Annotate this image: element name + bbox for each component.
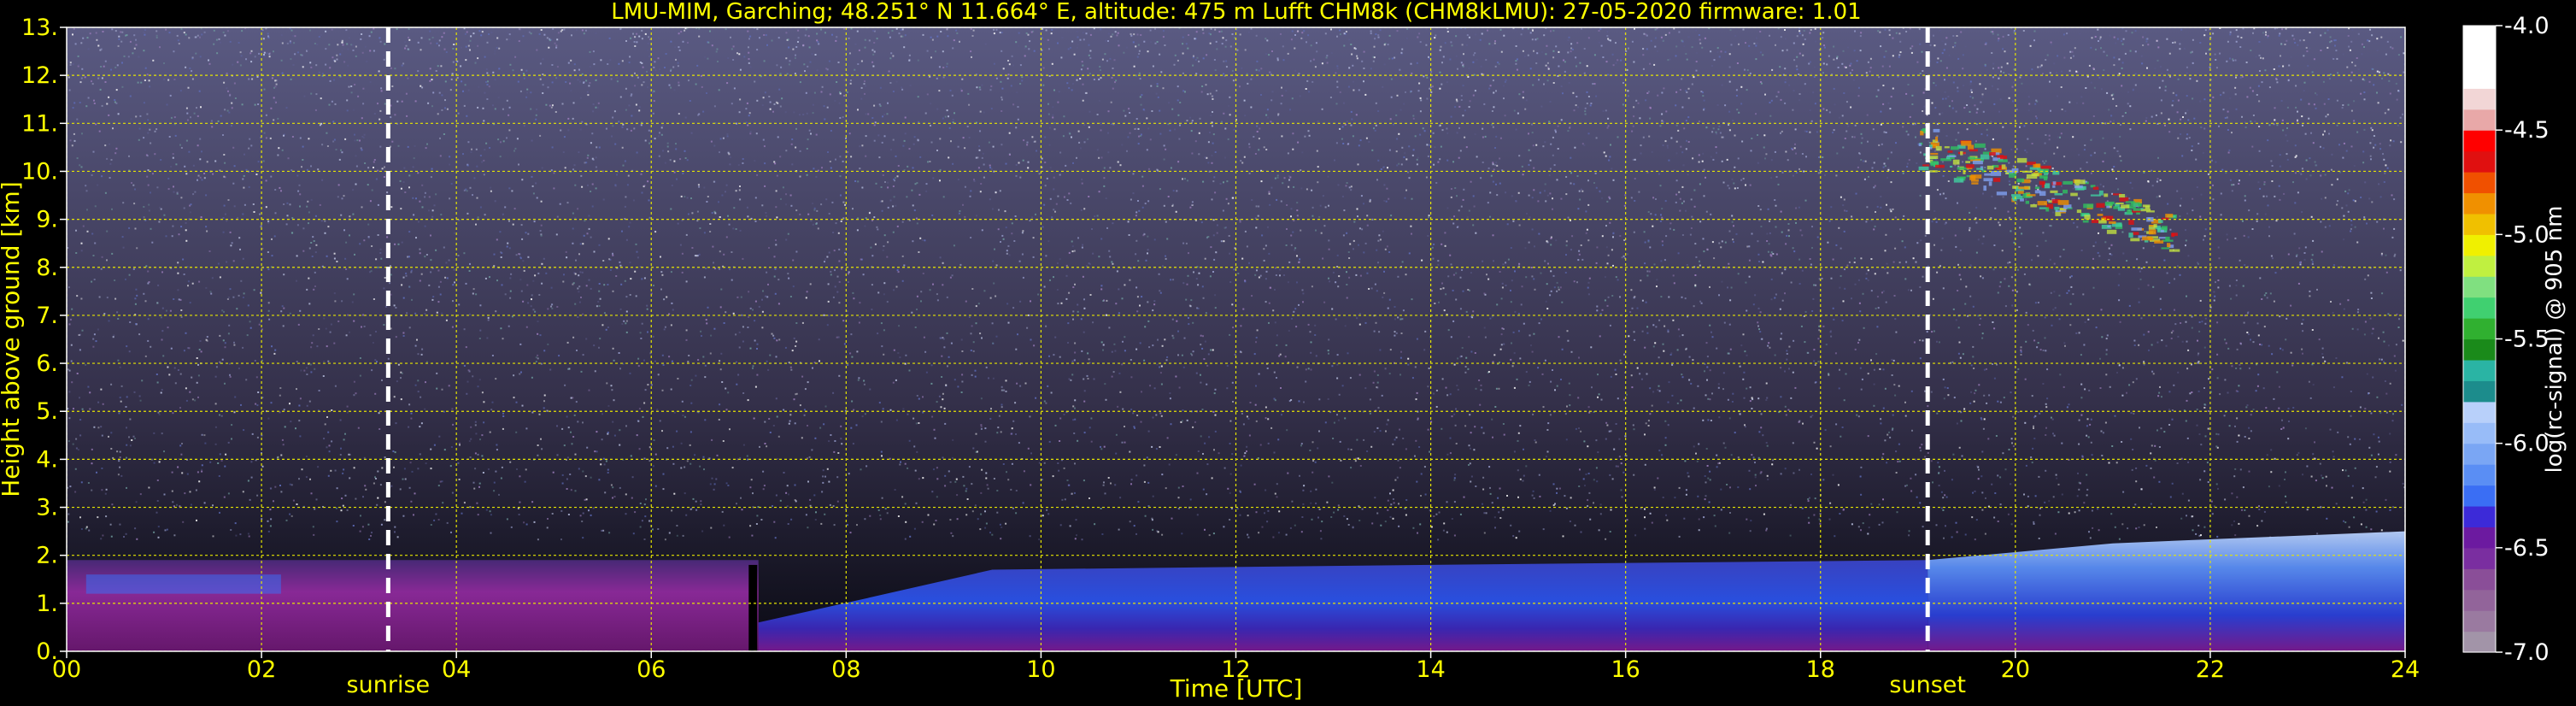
y-axis: 0. 1. 2. 3. 4. 5. 6. 7. 8. 9. 10. 11. 12. 13.	[21, 15, 67, 665]
colorbar-segment	[2463, 443, 2496, 465]
colorbar-segment	[2463, 568, 2496, 591]
x-tick-label: 10	[1026, 656, 1055, 683]
y-tick-label: 10.	[21, 158, 58, 185]
y-tick-label: 4.	[36, 446, 58, 473]
y-tick-label: 2.	[36, 543, 58, 569]
colorbar-segment	[2463, 401, 2496, 423]
x-tick-label: 02	[247, 656, 276, 683]
colorbar-segment	[2463, 505, 2496, 527]
colorbar-segment	[2463, 485, 2496, 507]
colorbar-segment	[2463, 338, 2496, 361]
colorbar-segment	[2463, 234, 2496, 256]
colorbar-tick-label: -4.0	[2504, 13, 2550, 39]
colorbar-segment	[2463, 130, 2496, 152]
colorbar-segment	[2463, 88, 2496, 110]
colorbar-segment	[2463, 631, 2496, 653]
y-tick-label: 0.	[36, 638, 58, 665]
colorbar-tick-label: -4.5	[2504, 117, 2550, 144]
y-tick-label: 12.	[21, 62, 58, 89]
colorbar-segment	[2463, 318, 2496, 340]
y-tick-label: 13.	[21, 15, 58, 41]
region-boundary-layer-night	[67, 560, 759, 651]
colorbar-tick-label: -7.0	[2504, 639, 2550, 666]
colorbar-segment	[2463, 46, 2496, 68]
y-tick-label: 9.	[36, 207, 58, 233]
colorbar-tick-label: -6.5	[2504, 535, 2550, 562]
sunset-label: sunset	[1889, 672, 1966, 698]
colorbar-segment	[2463, 255, 2496, 277]
x-tick-label: 18	[1806, 656, 1835, 683]
sunrise-label: sunrise	[347, 672, 431, 698]
colorbar-segment	[2463, 589, 2496, 611]
colorbar-segment	[2463, 150, 2496, 173]
colorbar-segment	[2463, 464, 2496, 486]
colorbar-segment	[2463, 213, 2496, 235]
colorbar-segment	[2463, 610, 2496, 632]
y-tick-label: 8.	[36, 255, 58, 281]
ceilometer-figure: LMU-MIM, Garching; 48.251° N 11.664° E, …	[0, 0, 2567, 703]
colorbar-label: log(rc-signal) @ 905 nm	[2542, 206, 2567, 474]
y-tick-label: 11.	[21, 110, 58, 137]
colorbar-segment	[2463, 276, 2496, 298]
colorbar-segment	[2463, 67, 2496, 89]
colorbar-segment	[2463, 26, 2496, 48]
x-tick-label: 08	[831, 656, 860, 683]
x-tick-label: 14	[1416, 656, 1445, 683]
colorbar-segment	[2463, 297, 2496, 319]
y-axis-label: Height above ground [km]	[0, 181, 25, 497]
colorbar: -4.0-4.5-5.0-5.5-6.0-6.5-7.0	[2462, 13, 2550, 666]
x-tick-label: 04	[442, 656, 471, 683]
colorbar-segment	[2463, 359, 2496, 381]
x-axis-label: Time [UTC]	[1170, 674, 1303, 703]
data-gap	[748, 564, 758, 651]
y-tick-label: 5.	[36, 398, 58, 425]
colorbar-segment	[2463, 172, 2496, 194]
chart-title: LMU-MIM, Garching; 48.251° N 11.664° E, …	[611, 0, 1861, 25]
x-tick-label: 22	[2196, 656, 2225, 683]
colorbar-segment	[2463, 192, 2496, 215]
sun-marker-labels: sunrise sunset	[347, 672, 1966, 698]
y-tick-label: 3.	[36, 495, 58, 521]
y-tick-label: 6.	[36, 350, 58, 377]
colorbar-segment	[2463, 422, 2496, 444]
plot-area	[67, 27, 2405, 651]
colorbar-segment	[2463, 109, 2496, 131]
x-tick-label: 20	[2001, 656, 2030, 683]
x-tick-label: 06	[637, 656, 666, 683]
y-tick-label: 7.	[36, 303, 58, 329]
colorbar-segment	[2463, 380, 2496, 403]
region-aerosol-patch	[85, 574, 281, 594]
colorbar-segment	[2463, 547, 2496, 569]
y-tick-label: 1.	[36, 591, 58, 617]
x-tick-label: 24	[2391, 656, 2420, 683]
x-tick-label: 16	[1611, 656, 1640, 683]
colorbar-segment	[2463, 527, 2496, 549]
